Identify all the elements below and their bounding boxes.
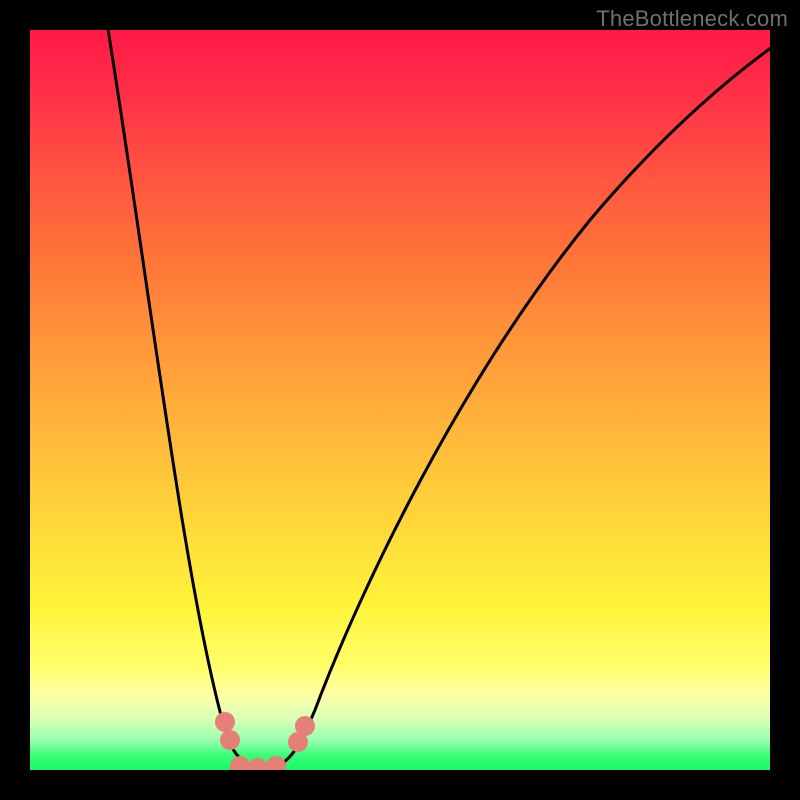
marker-dot [248,758,268,770]
marker-dot [295,716,315,736]
watermark-text: TheBottleneck.com [596,6,788,32]
marker-dot [230,756,250,770]
marker-dot [266,756,286,770]
marker-layer [30,30,770,770]
plot-area [30,30,770,770]
chart-frame: TheBottleneck.com [0,0,800,800]
marker-dot [215,712,235,732]
marker-dot [220,730,240,750]
